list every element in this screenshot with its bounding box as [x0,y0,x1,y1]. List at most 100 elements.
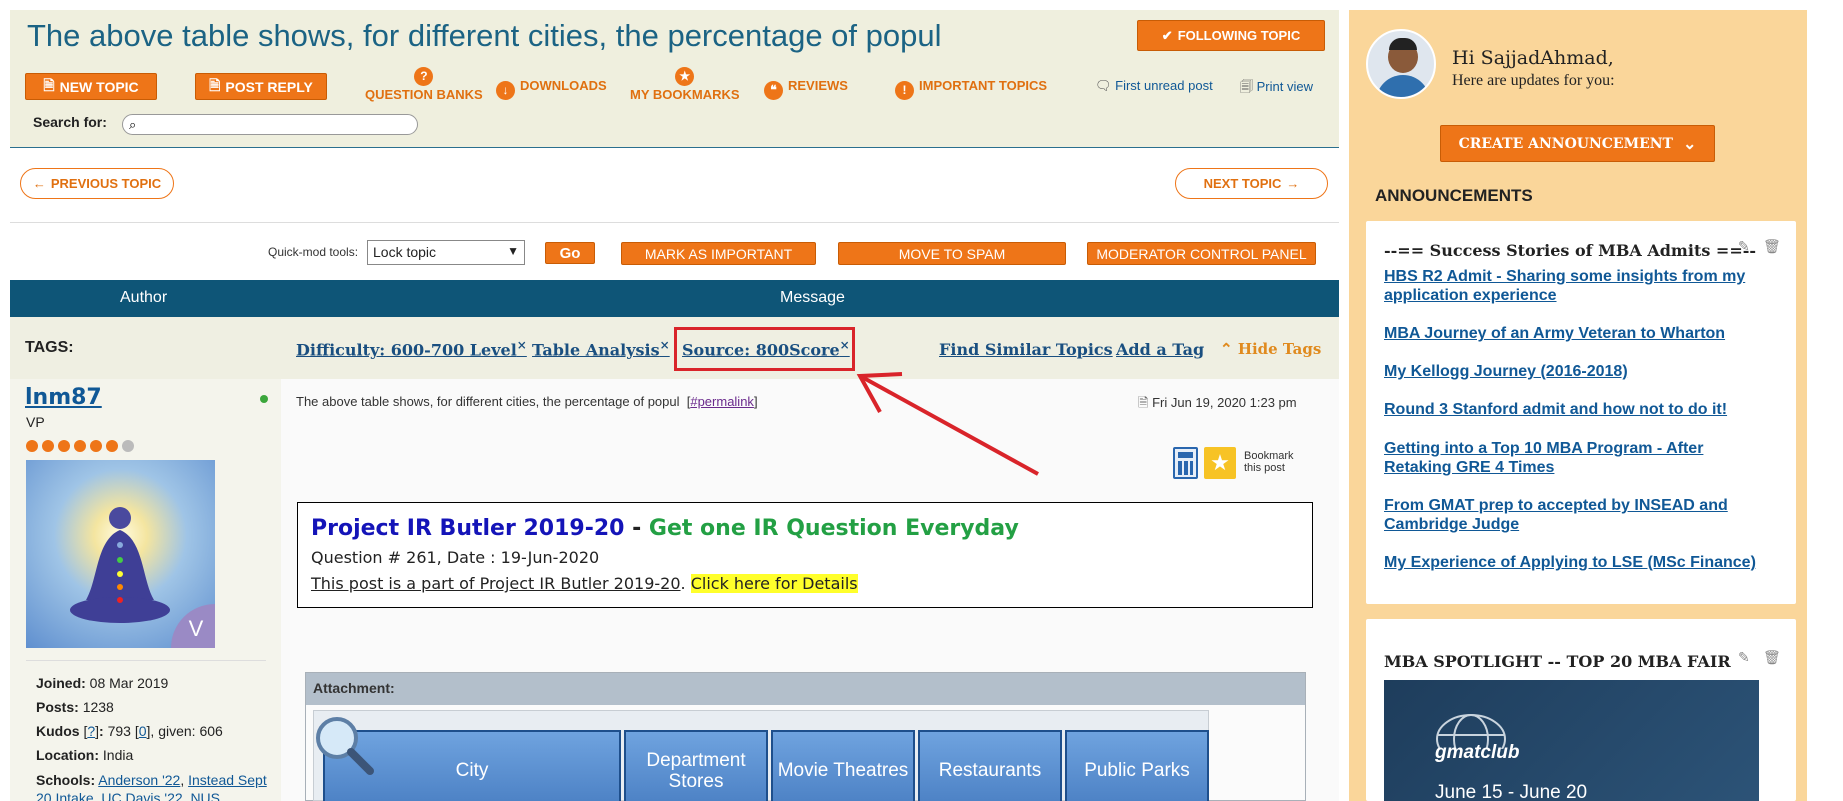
reply-icon: 🗎 [209,76,221,93]
kudos-given-link[interactable]: 0 [139,723,147,739]
school-link[interactable]: UC Davis '22 [101,790,182,801]
arrow-right-icon: → [1286,176,1300,191]
move-to-spam-button[interactable]: MOVE TO SPAM [838,242,1066,265]
first-unread-link[interactable]: 🗨 First unread post [1095,78,1213,94]
greeting: Hi SajjadAhmad, [1452,47,1614,69]
divider [10,222,1339,223]
important-icon: ! [895,81,914,100]
rank-dots [26,440,134,452]
spotlight-title: MBA SPOTLIGHT -- TOP 20 MBA FAIR [1384,652,1731,671]
kudos-stat: Kudos [?]: 793 [0], given: 606 [36,723,223,739]
subgreeting: Here are updates for you: [1452,72,1615,89]
attachment-header [306,673,1305,705]
question-icon: ? [414,67,434,86]
print-view-link[interactable]: 🗐 Print view [1240,78,1313,100]
joined-stat: Joined: 08 Mar 2019 [36,675,169,691]
attachment-label: Attachment: [313,680,395,696]
find-similar-topics-link[interactable]: Find Similar Topics [939,340,1113,359]
question-banks-link[interactable]: ? QUESTION BANKS [365,67,483,102]
announcement-link[interactable]: My Kellogg Journey (2016-2018) [1384,362,1774,381]
create-announcement-button[interactable]: CREATE ANNOUNCEMENT ⌄ [1440,125,1715,162]
butler-heading: Project IR Butler 2019-20 - Get one IR Q… [311,516,1019,541]
download-icon: ↓ [496,81,515,100]
tag-difficulty[interactable]: Difficulty: 600-700 Level× [296,338,527,359]
search-input[interactable]: ⌕ [122,114,418,135]
school-link[interactable]: NUS [190,790,220,801]
tag-table-analysis[interactable]: Table Analysis× [532,338,670,359]
avatar: V [26,460,215,648]
main-column: The above table shows, for different cit… [10,10,1339,801]
author-divider [26,660,266,661]
online-indicator [260,395,268,403]
table-header-public-parks: Public Parks [1065,730,1209,801]
search-icon: ⌕ [129,117,137,132]
announcement-link[interactable]: My Experience of Applying to LSE (MSc Fi… [1384,553,1774,572]
posts-stat: Posts: 1238 [36,699,114,715]
calculator-icon[interactable] [1173,447,1198,479]
remove-tag-icon[interactable]: × [660,338,670,352]
quickmod-label: Quick-mod tools: [268,245,359,259]
post-intro: The above table shows, for different cit… [296,394,758,409]
remove-tag-icon[interactable]: × [517,338,527,352]
table-header-department-stores: Department Stores [624,730,768,801]
page-title: The above table shows, for different cit… [27,18,942,53]
school-link[interactable]: Anderson '22 [98,772,180,788]
highlight-box [674,327,855,371]
username-link[interactable]: lnm87 [25,385,102,410]
announcement-link[interactable]: Getting into a Top 10 MBA Program - Afte… [1384,439,1774,477]
previous-topic-button[interactable]: ← PREVIOUS TOPIC [20,168,174,199]
following-topic-button[interactable]: ✔ FOLLOWING TOPIC [1137,20,1325,51]
schools-stat: Schools: Anderson '22, Instead Sept 20 I… [36,771,276,801]
card-title: --== Success Stories of MBA Admits ==-- [1384,241,1756,260]
message-header: Message [780,289,845,306]
gmatclub-logo: gmatclub [1435,742,1520,763]
announcement-link[interactable]: From GMAT prep to accepted by INSEAD and… [1384,496,1774,534]
author-message-header [10,280,1339,317]
announcements-title: ANNOUNCEMENTS [1375,186,1533,205]
chevron-down-icon: ⌄ [1682,134,1697,153]
speech-icon: 🗨 [1095,78,1112,93]
add-tag-link[interactable]: Add a Tag [1116,340,1204,359]
tags-label: TAGS: [25,339,74,356]
table-header-movie-theatres: Movie Theatres [771,730,915,801]
moderator-control-panel-button[interactable]: MODERATOR CONTROL PANEL [1087,242,1316,265]
new-topic-button[interactable]: 🗎 NEW TOPIC [25,73,157,100]
permalink-link[interactable]: #permalink [690,394,754,409]
edit-icon[interactable]: ✎ [1738,649,1750,666]
details-link[interactable]: Click here for Details [690,574,858,593]
quickmod-select[interactable]: Lock topic ▼ [367,240,525,265]
question-line: Question # 261, Date : 19-Jun-2020 [311,548,600,567]
announcement-link[interactable]: HBS R2 Admit - Sharing some insights fro… [1384,267,1774,305]
reviews-link[interactable]: ❝ REVIEWS [764,78,848,100]
location-stat: Location: India [36,747,134,763]
announcement-link[interactable]: Round 3 Stanford admit and how not to do… [1384,400,1774,419]
downloads-link[interactable]: ↓ DOWNLOADS [496,78,607,100]
delete-icon[interactable]: 🗑 [1763,649,1781,666]
bookmark-star-icon[interactable]: ★ [1204,447,1236,479]
go-button[interactable]: Go [545,242,595,264]
next-topic-button[interactable]: NEXT TOPIC → [1175,168,1328,199]
post-icon: 🗎 [1138,395,1149,410]
author-header: Author [120,289,168,306]
post-reply-button[interactable]: 🗎 POST REPLY [195,73,327,100]
chevron-down-icon: ▼ [507,244,519,258]
double-chevron-up-icon: ⌃ [1220,340,1233,358]
magnifier-icon[interactable] [312,713,374,775]
search-label: Search for: [33,114,107,130]
table-header-restaurants: Restaurants [918,730,1062,801]
part-line: This post is a part of Project IR Butler… [311,574,858,593]
mark-important-button[interactable]: MARK AS IMPORTANT [621,242,816,265]
user-avatar[interactable] [1366,29,1436,99]
document-icon: 🗎 [43,76,55,93]
star-icon: ★ [675,67,695,86]
checkmark-icon: ✔ [1161,27,1173,43]
chat-bubble-icon: ❝ [764,81,783,100]
kudos-help-link[interactable]: ? [87,723,95,739]
my-bookmarks-link[interactable]: ★ MY BOOKMARKS [630,67,740,102]
bookmark-label: Bookmark this post [1244,450,1294,474]
important-topics-link[interactable]: ! IMPORTANT TOPICS [895,78,1047,100]
edit-icon[interactable]: ✎ [1738,238,1750,255]
delete-icon[interactable]: 🗑 [1763,238,1781,255]
hide-tags-link[interactable]: ⌃ Hide Tags [1220,340,1321,358]
announcement-link[interactable]: MBA Journey of an Army Veteran to Wharto… [1384,324,1774,343]
